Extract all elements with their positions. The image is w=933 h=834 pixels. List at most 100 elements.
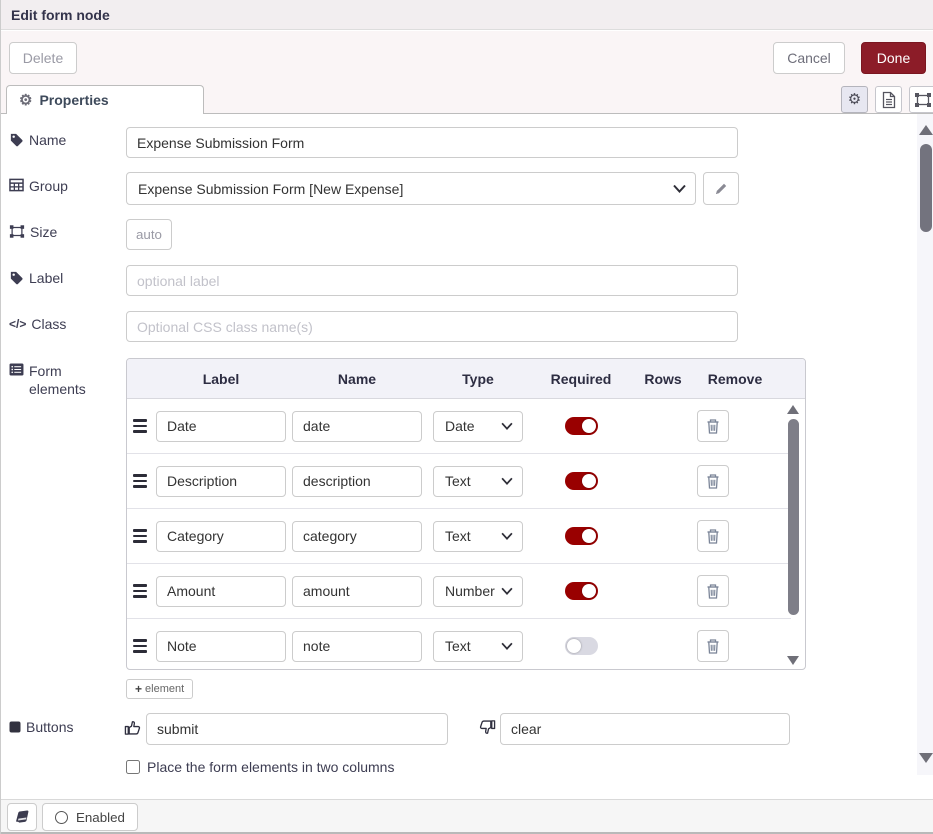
element-name-input[interactable] — [292, 521, 422, 552]
name-input[interactable] — [126, 127, 738, 158]
form-element-row: Text — [127, 619, 791, 670]
column-header-label: Label — [153, 371, 289, 387]
layout-handles-icon — [914, 92, 932, 108]
two-columns-checkbox[interactable] — [126, 760, 140, 774]
group-field-label: Group — [9, 177, 121, 195]
enabled-toggle-button[interactable]: Enabled — [42, 803, 138, 831]
class-input[interactable] — [126, 311, 738, 342]
description-tab-button[interactable] — [875, 86, 902, 113]
required-toggle[interactable] — [565, 582, 598, 600]
dialog-toolbar: Delete Cancel Done — [1, 31, 933, 85]
tag-icon — [9, 132, 24, 147]
drag-handle-icon[interactable] — [131, 415, 149, 437]
delete-button[interactable]: Delete — [9, 42, 77, 74]
column-header-name: Name — [289, 371, 425, 387]
element-type-select[interactable]: Text — [433, 521, 523, 552]
dialog-header: Edit form node — [1, 0, 933, 30]
remove-element-button[interactable] — [697, 520, 729, 552]
required-toggle[interactable] — [565, 527, 598, 545]
drag-handle-icon[interactable] — [131, 470, 149, 492]
dialog-footer: Enabled — [1, 799, 933, 834]
chevron-down-icon — [501, 477, 513, 485]
drag-handle-icon[interactable] — [131, 580, 149, 602]
edit-group-button[interactable] — [703, 172, 739, 205]
element-name-input[interactable] — [292, 411, 422, 442]
chevron-down-icon — [501, 642, 513, 650]
plus-icon: + — [135, 682, 142, 696]
resize-handles-icon — [9, 224, 25, 239]
enabled-label: Enabled — [76, 810, 125, 825]
element-name-input[interactable] — [292, 631, 422, 662]
column-header-remove: Remove — [695, 371, 775, 387]
scrollbar-thumb[interactable] — [788, 419, 799, 615]
form-elements-scrollbar[interactable] — [786, 403, 801, 667]
drag-handle-icon[interactable] — [131, 635, 149, 657]
thumbs-up-icon — [124, 719, 141, 736]
required-toggle[interactable] — [565, 417, 598, 435]
size-auto-button[interactable]: auto — [126, 219, 172, 250]
form-elements-table: Label Name Type Required Rows Remove Dat… — [126, 358, 806, 670]
column-header-rows: Rows — [631, 371, 695, 387]
chevron-down-icon — [501, 587, 513, 595]
book-icon — [15, 810, 30, 824]
element-type-select[interactable]: Number — [433, 576, 523, 607]
dialog-scrollbar[interactable] — [917, 114, 933, 775]
list-alt-icon — [9, 363, 24, 376]
element-label-input[interactable] — [156, 631, 286, 662]
docs-button[interactable] — [7, 803, 37, 831]
size-field-label: Size — [9, 223, 121, 241]
thumbs-down-icon — [479, 719, 496, 736]
clear-button-text-input[interactable] — [500, 713, 790, 745]
edit-form-node-dialog: { "window": { "title": "Edit form node" … — [0, 0, 933, 834]
properties-tab-button[interactable]: ⚙ — [841, 86, 868, 113]
form-element-row: Date — [127, 399, 791, 454]
column-header-required: Required — [531, 371, 631, 387]
form-elements-header: Label Name Type Required Rows Remove — [127, 359, 805, 399]
tag-icon — [9, 270, 24, 285]
drag-handle-icon[interactable] — [131, 525, 149, 547]
group-select[interactable]: Expense Submission Form [New Expense] — [126, 172, 696, 205]
element-label-input[interactable] — [156, 521, 286, 552]
remove-element-button[interactable] — [697, 465, 729, 497]
element-type-select[interactable]: Text — [433, 631, 523, 662]
remove-element-button[interactable] — [697, 575, 729, 607]
tab-strip: ⚙ Properties ⚙ — [1, 85, 933, 114]
required-toggle[interactable] — [565, 637, 598, 655]
element-type-select[interactable]: Date — [433, 411, 523, 442]
two-columns-option[interactable]: Place the form elements in two columns — [126, 759, 394, 775]
scroll-down-arrow[interactable] — [787, 656, 799, 665]
chevron-down-icon — [501, 532, 513, 540]
scrollbar-thumb[interactable] — [920, 144, 932, 232]
form-elements-list: Date — [127, 399, 805, 670]
element-type-select[interactable]: Text — [433, 466, 523, 497]
tab-properties[interactable]: ⚙ Properties — [6, 85, 204, 114]
scroll-down-arrow[interactable] — [919, 753, 933, 763]
appearance-tab-button[interactable] — [909, 86, 933, 113]
submit-button-text-input[interactable] — [146, 713, 448, 745]
pencil-icon — [714, 182, 728, 196]
done-button[interactable]: Done — [861, 42, 926, 74]
element-name-input[interactable] — [292, 576, 422, 607]
form-element-row: Number — [127, 564, 791, 619]
code-icon: </> — [9, 315, 26, 333]
scroll-up-arrow[interactable] — [787, 405, 799, 414]
cancel-button[interactable]: Cancel — [773, 42, 845, 74]
element-label-input[interactable] — [156, 411, 286, 442]
chevron-down-icon — [501, 422, 513, 430]
chevron-down-icon — [673, 184, 686, 193]
required-toggle[interactable] — [565, 472, 598, 490]
trash-icon — [705, 583, 721, 600]
table-grid-icon — [9, 178, 24, 192]
add-element-button[interactable]: + element — [126, 679, 193, 699]
scroll-up-arrow[interactable] — [919, 125, 933, 135]
dialog-title: Edit form node — [11, 7, 110, 23]
filled-square-icon — [9, 721, 21, 733]
trash-icon — [705, 638, 721, 655]
element-label-input[interactable] — [156, 466, 286, 497]
element-name-input[interactable] — [292, 466, 422, 497]
element-label-input[interactable] — [156, 576, 286, 607]
label-input[interactable] — [126, 265, 738, 296]
status-circle-icon — [55, 811, 68, 824]
remove-element-button[interactable] — [697, 410, 729, 442]
remove-element-button[interactable] — [697, 630, 729, 662]
